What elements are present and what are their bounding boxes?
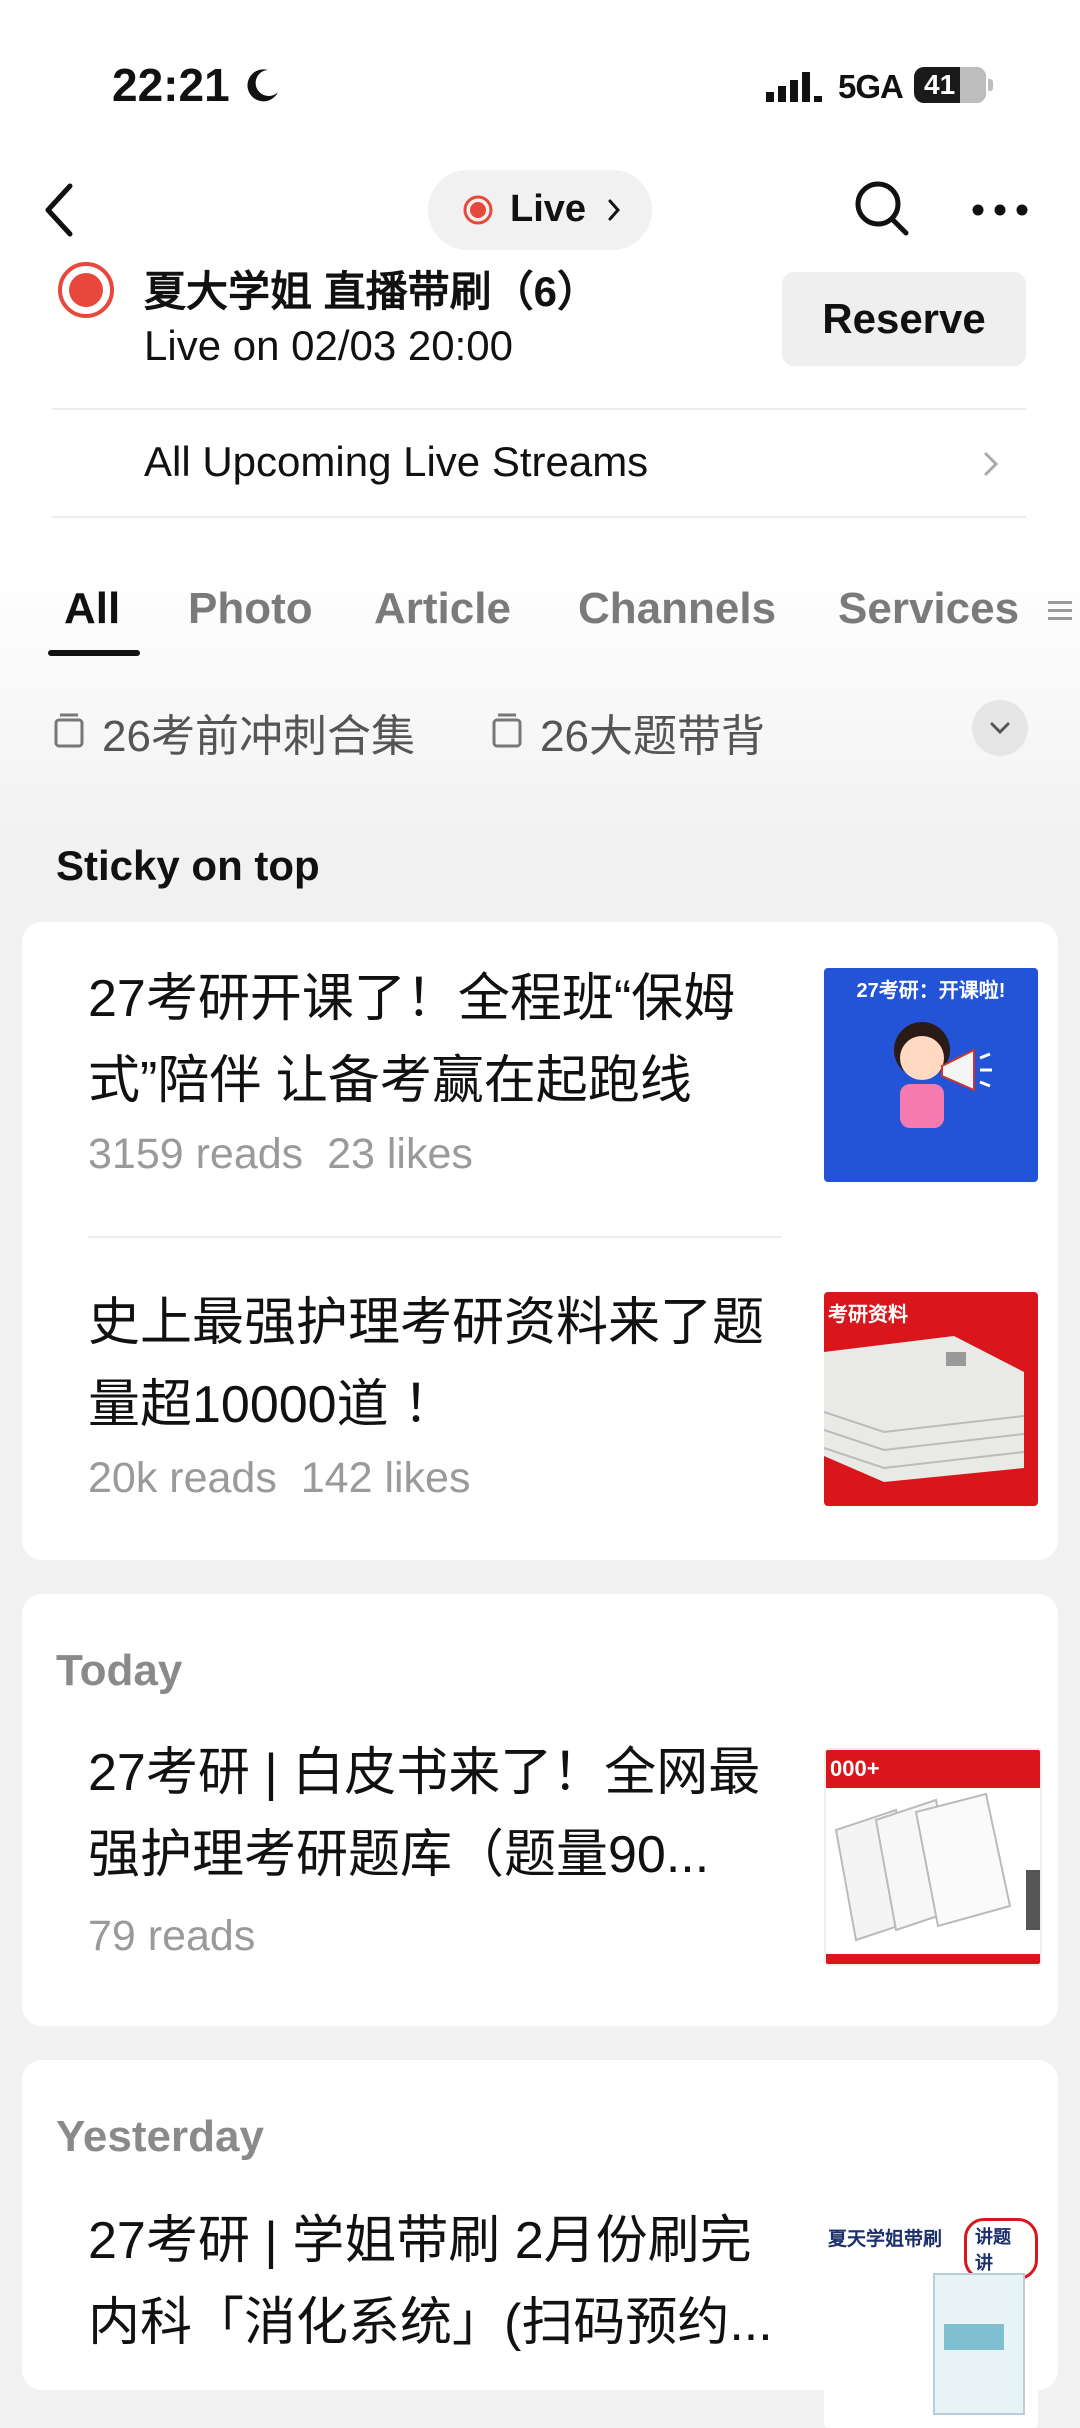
article-title: 史上最强护理考研资料来了题量超10000道 ！ <box>88 1294 765 1434</box>
chevron-down-icon <box>990 722 1010 735</box>
tab-article[interactable]: Article <box>374 584 511 634</box>
article-title: 27考研 | 白皮书来了！全网最强护理考研题库（题量90... <box>88 1744 761 1884</box>
live-dot-icon <box>463 195 493 225</box>
article-thumbnail: 夏天学姐带刷 讲题讲 <box>824 2214 1038 2428</box>
expand-collections-button[interactable] <box>972 700 1028 756</box>
status-time: 22:21 <box>112 59 230 111</box>
divider <box>88 1236 782 1238</box>
collection-icon <box>54 713 84 748</box>
article-meta: 3159 reads 23 likes <box>88 1130 473 1179</box>
live-label: Live <box>510 188 587 230</box>
tab-channels[interactable]: Channels <box>578 584 776 634</box>
tab-services[interactable]: Services <box>838 584 1019 634</box>
live-stream-time: Live on 02/03 20:00 <box>144 322 513 369</box>
chevron-right-icon <box>984 452 999 476</box>
section-label-yesterday: Yesterday <box>56 2112 264 2161</box>
chevron-right-icon <box>608 199 621 221</box>
reserve-button[interactable]: Reserve <box>782 272 1026 366</box>
active-tab-indicator <box>48 650 140 656</box>
tab-all[interactable]: All <box>64 584 120 634</box>
menu-icon[interactable] <box>1046 598 1074 624</box>
divider <box>52 408 1026 410</box>
read-count: 20k reads <box>88 1454 277 1502</box>
article-thumbnail: 考研资料 <box>824 1292 1038 1506</box>
more-icon[interactable] <box>970 198 1030 222</box>
megaphone-girl-illustration <box>894 1022 992 1128</box>
article-title: 27考研 | 学姐带刷 2月份刷完内科「消化系统」(扫码预约... <box>88 2212 773 2352</box>
article-title: 27考研开课了！全程班“保姆式”陪伴 让备考赢在起跑线 <box>88 970 736 1110</box>
back-arrow-icon[interactable] <box>40 180 80 240</box>
read-count: 3159 reads <box>88 1130 304 1178</box>
article-thumbnail: 000+ <box>824 1748 1042 1966</box>
upcoming-streams-label: All Upcoming Live Streams <box>144 438 649 485</box>
white-books-illustration <box>826 1792 1040 1964</box>
battery-icon: 41 <box>914 67 993 103</box>
live-stream-title: 夏大学姐 直播带刷（6） <box>144 268 600 315</box>
collection-chip[interactable]: 26考前冲刺合集 <box>102 700 415 764</box>
today-card: Today 27考研 | 白皮书来了！全网最强护理考研题库（题量90... 79… <box>22 1594 1058 2026</box>
signal-icon <box>766 72 822 102</box>
live-button[interactable]: Live <box>428 170 652 250</box>
yesterday-card: Yesterday 27考研 | 学姐带刷 2月份刷完内科「消化系统」(扫码预约… <box>22 2060 1058 2428</box>
books-stack-illustration <box>824 1336 1025 1482</box>
collection-chip[interactable]: 26大题带背 <box>540 700 765 764</box>
article-thumbnail: 27考研：开课啦! <box>824 968 1038 1182</box>
like-count: 142 likes <box>300 1454 471 1502</box>
sticky-card: 27考研开课了！全程班“保姆式”陪伴 让备考赢在起跑线 3159 reads 2… <box>22 922 1058 1560</box>
collection-icon <box>492 713 522 748</box>
tab-photo[interactable]: Photo <box>188 584 313 634</box>
section-label-today: Today <box>56 1646 183 1695</box>
article-meta: 79 reads <box>88 1912 255 1961</box>
article-meta: 20k reads 142 likes <box>88 1454 470 1503</box>
section-label-sticky: Sticky on top <box>56 842 320 889</box>
live-record-icon <box>58 262 114 318</box>
divider <box>52 516 1026 518</box>
search-icon[interactable] <box>852 178 912 240</box>
like-count: 23 likes <box>327 1130 473 1178</box>
battery-level: 41 <box>924 69 956 100</box>
network-type: 5GA <box>838 68 904 105</box>
read-count: 79 reads <box>88 1912 256 1960</box>
moon-icon <box>247 69 278 102</box>
book-cover-illustration <box>933 2273 1025 2415</box>
